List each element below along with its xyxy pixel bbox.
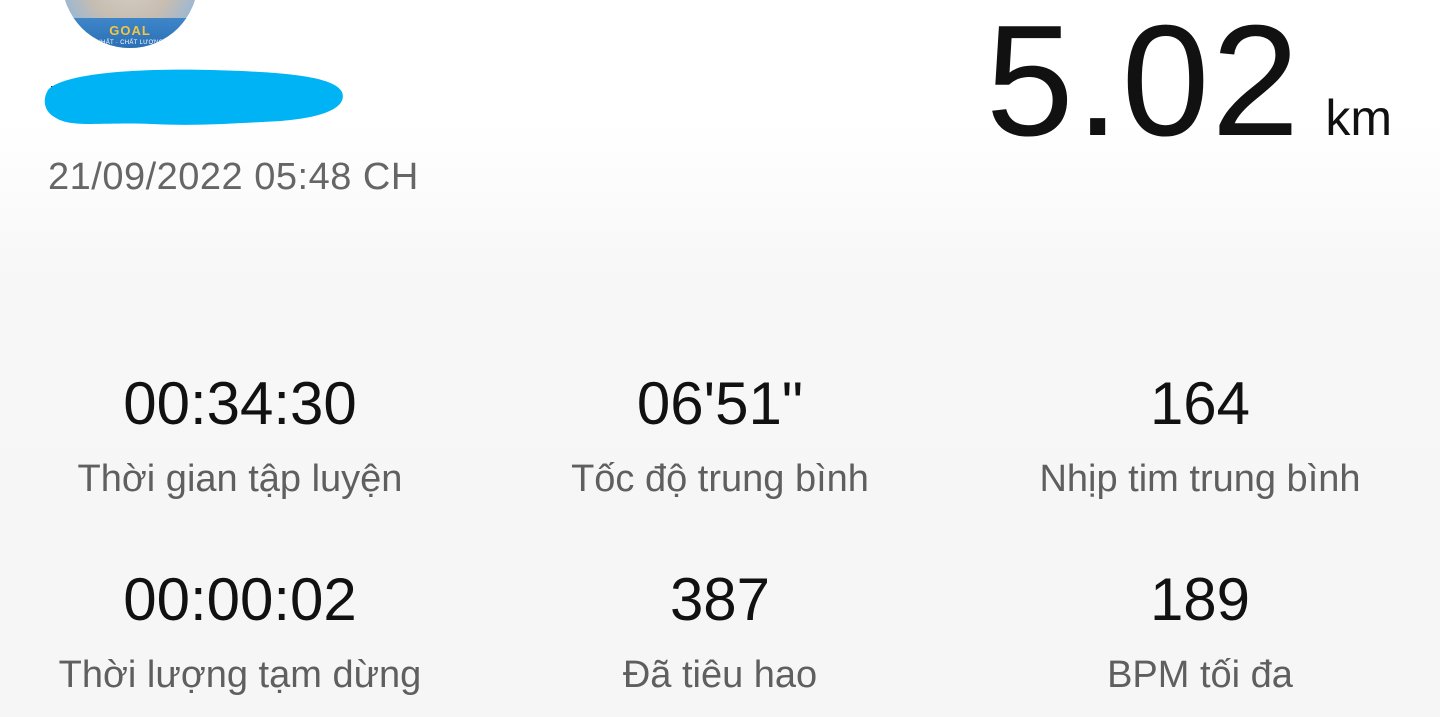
- stat-label: Đã tiêu hao: [622, 654, 818, 696]
- stat-value: 164: [1149, 370, 1251, 437]
- avatar[interactable]: GOAL NHẤT · CHẤT LƯỢNG: [62, 0, 198, 48]
- distance-unit: km: [1325, 90, 1392, 146]
- stat-calories-burned: 387 Đã tiêu hao: [480, 564, 960, 714]
- workout-datetime: 21/09/2022 05:48 CH: [48, 156, 419, 198]
- stat-value: 00:00:02: [123, 566, 357, 633]
- stat-max-bpm: 189 BPM tối đa: [960, 564, 1440, 714]
- avatar-logo-subtext: NHẤT · CHẤT LƯỢNG: [96, 40, 164, 46]
- stat-label: BPM tối đa: [1107, 654, 1293, 696]
- stat-label: Thời lượng tạm dừng: [58, 654, 422, 696]
- stat-average-heart-rate: 164 Nhịp tim trung bình: [960, 368, 1440, 564]
- distance-display: 5.02 km: [986, 2, 1392, 160]
- stats-grid: 00:34:30 Thời gian tập luyện 06'51" Tốc …: [0, 368, 1440, 714]
- stat-average-pace: 06'51" Tốc độ trung bình: [480, 368, 960, 564]
- redaction-mark: [44, 69, 343, 125]
- stat-label: Thời gian tập luyện: [77, 458, 403, 500]
- stat-label: Nhịp tim trung bình: [1039, 458, 1361, 500]
- avatar-logo-text: GOAL: [109, 23, 151, 38]
- distance-value: 5.02: [985, 0, 1302, 169]
- stat-value: 06'51": [636, 370, 804, 437]
- stat-workout-time: 00:34:30 Thời gian tập luyện: [0, 368, 480, 564]
- stat-value: 387: [669, 566, 771, 633]
- stat-value: 189: [1149, 566, 1251, 633]
- stat-pause-duration: 00:00:02 Thời lượng tạm dừng: [0, 564, 480, 714]
- stat-label: Tốc độ trung bình: [571, 458, 869, 500]
- stat-value: 00:34:30: [123, 370, 357, 437]
